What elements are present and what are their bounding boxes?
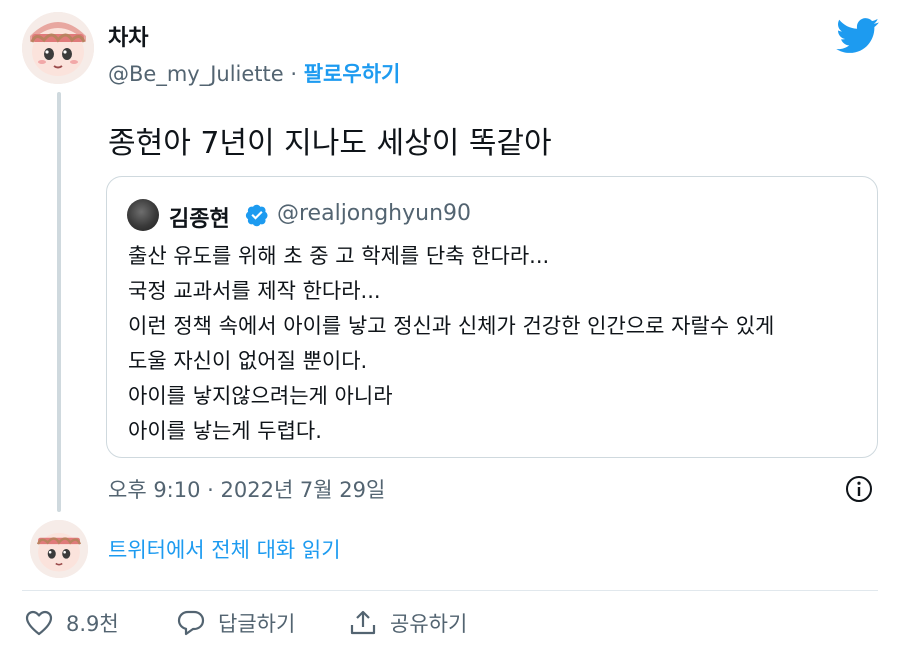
- heart-icon: [25, 610, 53, 636]
- quoted-line: 이런 정책 속에서 아이를 낳고 정신과 신체가 건강한 인간으로 자랄수 있게: [128, 314, 775, 338]
- twitter-bird-icon[interactable]: [836, 18, 880, 54]
- like-count: 8.9천: [66, 612, 119, 636]
- quoted-tweet-card[interactable]: 김종현 @realjonghyun90 출산 유도를 위해 초 중 고 학제를 …: [106, 176, 878, 458]
- reply-button[interactable]: 답글하기: [176, 606, 295, 640]
- author-display-name[interactable]: 차차: [108, 20, 148, 52]
- author-handle[interactable]: @Be_my_Juliette: [108, 62, 284, 86]
- quoted-line: 아이를 낳는게 두렵다.: [128, 419, 322, 443]
- quoted-line: 국정 교과서를 제작 한다라...: [128, 279, 381, 303]
- separator: ·: [283, 62, 304, 86]
- quoted-author-name: 김종현: [169, 207, 230, 232]
- share-label: 공유하기: [390, 612, 468, 636]
- quoted-tweet-body: 출산 유도를 위해 초 중 고 학제를 단축 한다라... 국정 교과서를 제작…: [128, 239, 868, 449]
- thread-avatar: [30, 520, 88, 578]
- quoted-author-handle: @realjonghyun90: [277, 201, 472, 226]
- reply-bubble-icon: [177, 610, 205, 636]
- quoted-line: 도울 자신이 없어질 뿐이다.: [128, 349, 368, 373]
- tweet-text: 종현아 7년이 지나도 세상이 똑같아: [108, 126, 552, 161]
- author-avatar[interactable]: [22, 12, 94, 84]
- info-icon[interactable]: [844, 474, 874, 504]
- read-full-conversation-link[interactable]: 트위터에서 전체 대화 읽기: [108, 534, 341, 564]
- author-handle-row: @Be_my_Juliette · 팔로우하기: [108, 58, 400, 88]
- tweet-timestamp[interactable]: 오후 9:10 · 2022년 7월 29일: [108, 474, 385, 504]
- like-button[interactable]: 8.9천: [24, 606, 119, 640]
- share-icon: [350, 610, 376, 635]
- action-divider: [22, 590, 878, 591]
- quoted-line: 출산 유도를 위해 초 중 고 학제를 단축 한다라...: [128, 244, 550, 268]
- reply-label: 답글하기: [218, 612, 296, 636]
- share-button[interactable]: 공유하기: [348, 606, 467, 640]
- follow-button[interactable]: 팔로우하기: [304, 62, 401, 86]
- quoted-line: 아이를 낳지않으려는게 아니라: [128, 384, 393, 408]
- verified-badge-icon: [245, 204, 268, 227]
- thread-connector-line: [57, 92, 61, 512]
- quoted-author-avatar: [127, 199, 159, 231]
